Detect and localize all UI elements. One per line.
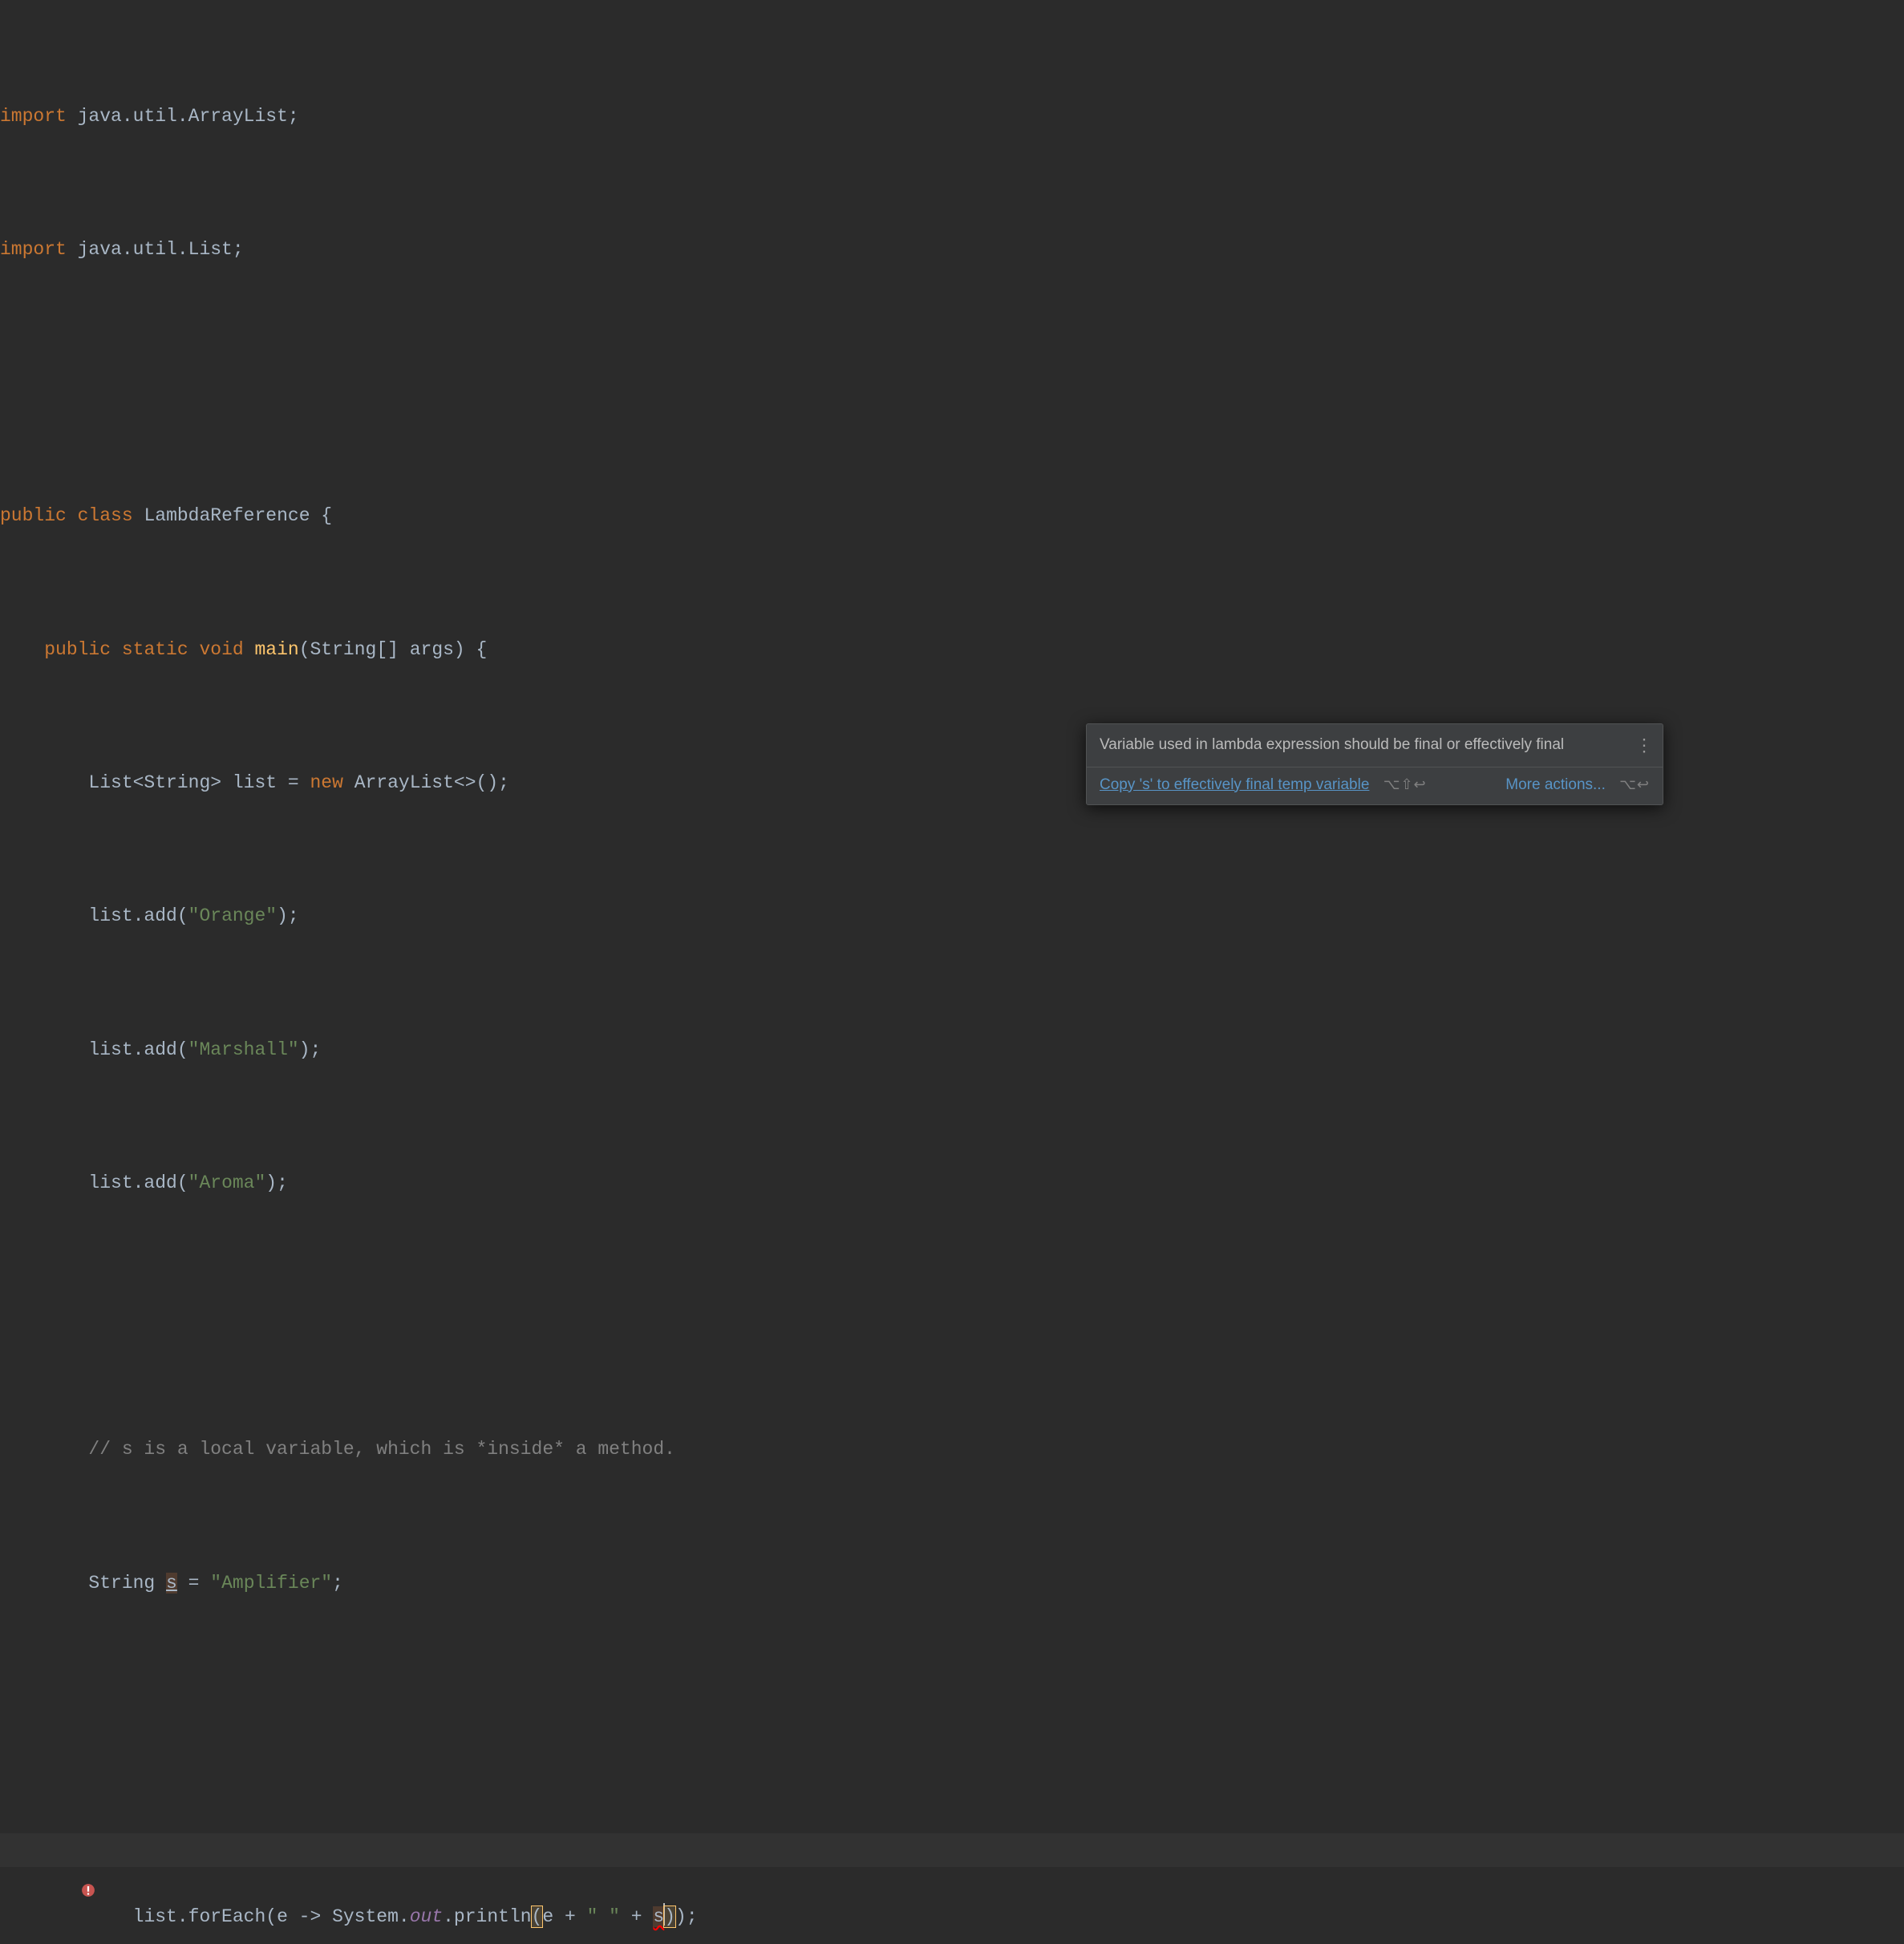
method-main: main (244, 639, 299, 660)
tooltip-more-icon[interactable]: ⋮ (1635, 732, 1653, 759)
indent (44, 1906, 132, 1927)
code-text: ); (277, 905, 299, 926)
keyword-new: new (310, 772, 342, 793)
code-line[interactable]: public class LambdaReference { (0, 500, 1904, 533)
string-literal: "Orange" (188, 905, 277, 926)
code-line[interactable]: list.add("Marshall"); (0, 1034, 1904, 1067)
variable-s-error: s (653, 1906, 664, 1927)
keyword-public: public (0, 505, 67, 526)
tooltip-more-shortcut-text: ⌥↩ (1619, 776, 1650, 792)
code-line-blank[interactable] (0, 367, 1904, 400)
keyword-public: public (44, 639, 111, 660)
code-text: String (88, 1573, 166, 1594)
string-literal: "Amplifier" (210, 1573, 332, 1594)
indent (0, 639, 44, 660)
code-text: ); (299, 1039, 322, 1060)
error-tooltip: Variable used in lambda expression shoul… (1086, 723, 1663, 805)
keyword-static: static (111, 639, 188, 660)
string-literal: "Aroma" (188, 1172, 266, 1193)
indent (0, 772, 88, 793)
code-text: list.forEach(e -> System. (133, 1906, 410, 1927)
code-text: + (620, 1906, 653, 1927)
code-text: ; (332, 1573, 343, 1594)
code-text: list.add( (88, 1039, 188, 1060)
paren-match-close: ) (664, 1906, 675, 1927)
code-text: list.add( (88, 905, 188, 926)
code-text: .println (443, 1906, 531, 1927)
string-literal: " " (587, 1906, 620, 1927)
code-line[interactable]: public static void main(String[] args) { (0, 634, 1904, 667)
params: (String[] args) (299, 639, 476, 660)
code-text: e + (542, 1906, 586, 1927)
code-text: ); (265, 1172, 288, 1193)
code-text: List<String> list = (88, 772, 310, 793)
brace-open: { (321, 505, 332, 526)
variable-s-decl: s (166, 1573, 177, 1594)
tooltip-actions-row: Copy 's' to effectively final temp varia… (1087, 767, 1663, 805)
tooltip-fix-shortcut (1374, 776, 1383, 792)
code-line[interactable]: // s is a local variable, which is *insi… (0, 1433, 1904, 1467)
class-name: LambdaReference (133, 505, 322, 526)
code-line[interactable]: list.add("Orange"); (0, 900, 1904, 934)
code-line-blank[interactable] (0, 1300, 1904, 1334)
brace-open: { (476, 639, 488, 660)
indent (0, 905, 88, 926)
code-text: list.add( (88, 1172, 188, 1193)
code-editor[interactable]: import java.util.ArrayList; import java.… (0, 0, 1904, 1944)
string-literal: "Marshall" (188, 1039, 299, 1060)
code-text: java.util.ArrayList; (67, 106, 299, 127)
code-line[interactable]: list.add("Aroma"); (0, 1167, 1904, 1201)
indent (0, 1039, 88, 1060)
indent (0, 1573, 88, 1594)
code-text: ); (675, 1906, 698, 1927)
keyword-class: class (67, 505, 133, 526)
code-text: = (177, 1573, 210, 1594)
code-text: java.util.List; (67, 239, 244, 260)
code-text: ArrayList<>(); (343, 772, 509, 793)
field-out: out (410, 1906, 443, 1927)
tooltip-message-row: Variable used in lambda expression shoul… (1087, 724, 1663, 767)
tooltip-fix-shortcut-text: ⌥⇧↩ (1383, 776, 1427, 792)
paren-match-open: ( (532, 1906, 543, 1927)
tooltip-message: Variable used in lambda expression shoul… (1100, 736, 1564, 753)
tooltip-fix-link[interactable]: Copy 's' to effectively final temp varia… (1100, 776, 1369, 793)
tooltip-more-actions-link[interactable]: More actions... (1505, 776, 1606, 793)
tooltip-more-shortcut (1610, 776, 1619, 792)
keyword-import: import (0, 239, 67, 260)
code-line[interactable]: String s = "Amplifier"; (0, 1567, 1904, 1601)
code-line[interactable]: import java.util.ArrayList; (0, 100, 1904, 134)
indent (0, 1172, 88, 1193)
keyword-void: void (188, 639, 244, 660)
comment: // s is a local variable, which is *insi… (88, 1439, 675, 1460)
code-line[interactable]: import java.util.List; (0, 233, 1904, 267)
code-line-blank[interactable] (0, 1700, 1904, 1734)
keyword-import: import (0, 106, 67, 127)
error-bulb-icon[interactable] (14, 1843, 29, 1857)
indent (0, 1439, 88, 1460)
code-line-active[interactable]: list.forEach(e -> System.out.println(e +… (0, 1833, 1904, 1867)
